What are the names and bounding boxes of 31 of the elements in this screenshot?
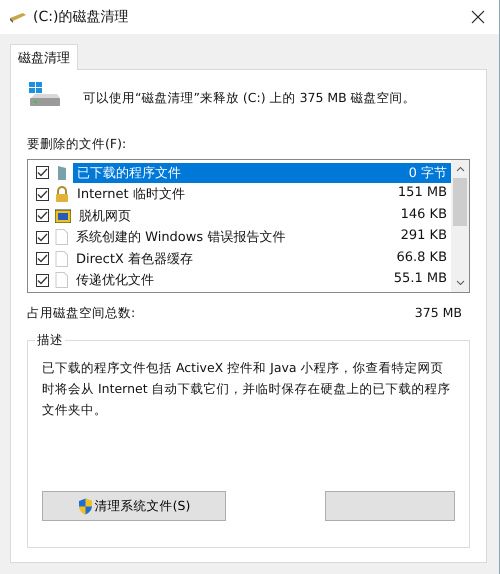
checkbox[interactable] bbox=[36, 274, 49, 287]
document-icon bbox=[55, 272, 68, 288]
file-item[interactable]: 已下载的程序文件 0 字节 bbox=[73, 162, 451, 183]
group-title: 描述 bbox=[35, 332, 65, 349]
description-text: 已下载的程序文件包括 ActiveX 控件和 Java 小程序，你查看特定网页时将会从 Internet 自动下载它们，并临时保存在硬盘上的已下载的程序文件夹中。 bbox=[42, 359, 452, 419]
total-label: 占用磁盘空间总数: bbox=[27, 305, 136, 322]
summary-text: 可以使用“磁盘清理”来释放 (C:) 上的 375 MB 磁盘空间。 bbox=[83, 90, 416, 106]
lock-icon bbox=[55, 186, 69, 202]
window-title: (C:)的磁盘清理 bbox=[33, 8, 130, 26]
checkbox[interactable] bbox=[36, 230, 49, 244]
checkbox[interactable] bbox=[36, 209, 49, 222]
file-item[interactable]: DirectX 着色器缓存 66.8 KB bbox=[72, 248, 451, 269]
checkbox[interactable] bbox=[36, 188, 49, 201]
scroll-up-icon[interactable] bbox=[456, 166, 464, 172]
checkbox[interactable] bbox=[36, 252, 49, 266]
document-icon bbox=[55, 250, 68, 267]
close-icon[interactable] bbox=[471, 10, 485, 24]
tab[interactable]: 磁盘清理 bbox=[10, 44, 78, 70]
clean-system-files-button[interactable]: 清理系统文件(S) bbox=[42, 491, 226, 521]
shield-icon bbox=[78, 498, 93, 514]
document-icon bbox=[55, 229, 68, 246]
web-page-icon bbox=[55, 208, 71, 223]
scroll-down-icon[interactable] bbox=[456, 280, 464, 286]
file-item[interactable]: 脱机网页 146 KB bbox=[75, 206, 451, 226]
file-item[interactable]: 系统创建的 Windows 错误报告文件 291 KB bbox=[72, 227, 451, 248]
file-item[interactable]: 传递优化文件 55.1 MB bbox=[72, 270, 451, 290]
checkbox[interactable] bbox=[36, 166, 49, 180]
file-item[interactable]: Internet 临时文件 151 MB bbox=[73, 184, 451, 204]
files-label: 要删除的文件(F): bbox=[27, 136, 128, 153]
total-value: 375 MB bbox=[414, 305, 462, 322]
scrollbar[interactable] bbox=[451, 160, 469, 292]
